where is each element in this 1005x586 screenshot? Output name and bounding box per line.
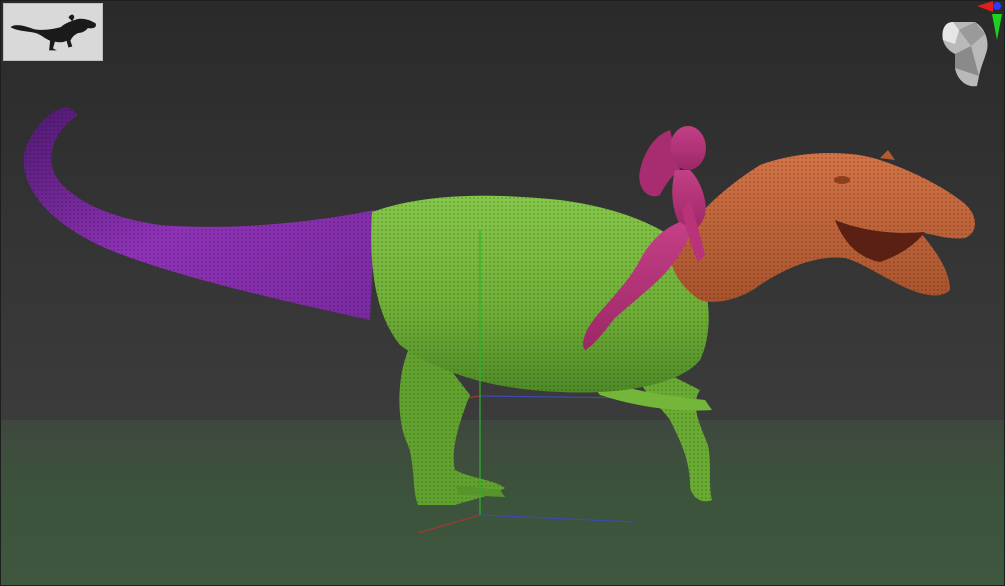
navigation-head-widget[interactable] [915,0,1005,100]
gizmo-axis-x-lower [417,514,481,534]
model-thumbnail[interactable] [3,3,103,61]
head-navigation-icon [942,1,1002,87]
sculpt-scene[interactable] [0,0,1005,586]
axis-z-marker-icon[interactable] [993,2,1001,10]
3d-viewport[interactable] [0,0,1005,586]
dinosaur-neck-head[interactable] [670,150,976,302]
dinosaur-tail[interactable] [23,107,376,320]
dinosaur-silhouette-icon [10,14,96,51]
axis-x-arrow-icon[interactable] [977,1,993,12]
gizmo-axis-z-lower [479,514,636,523]
axis-y-arrow-icon[interactable] [992,14,1002,40]
